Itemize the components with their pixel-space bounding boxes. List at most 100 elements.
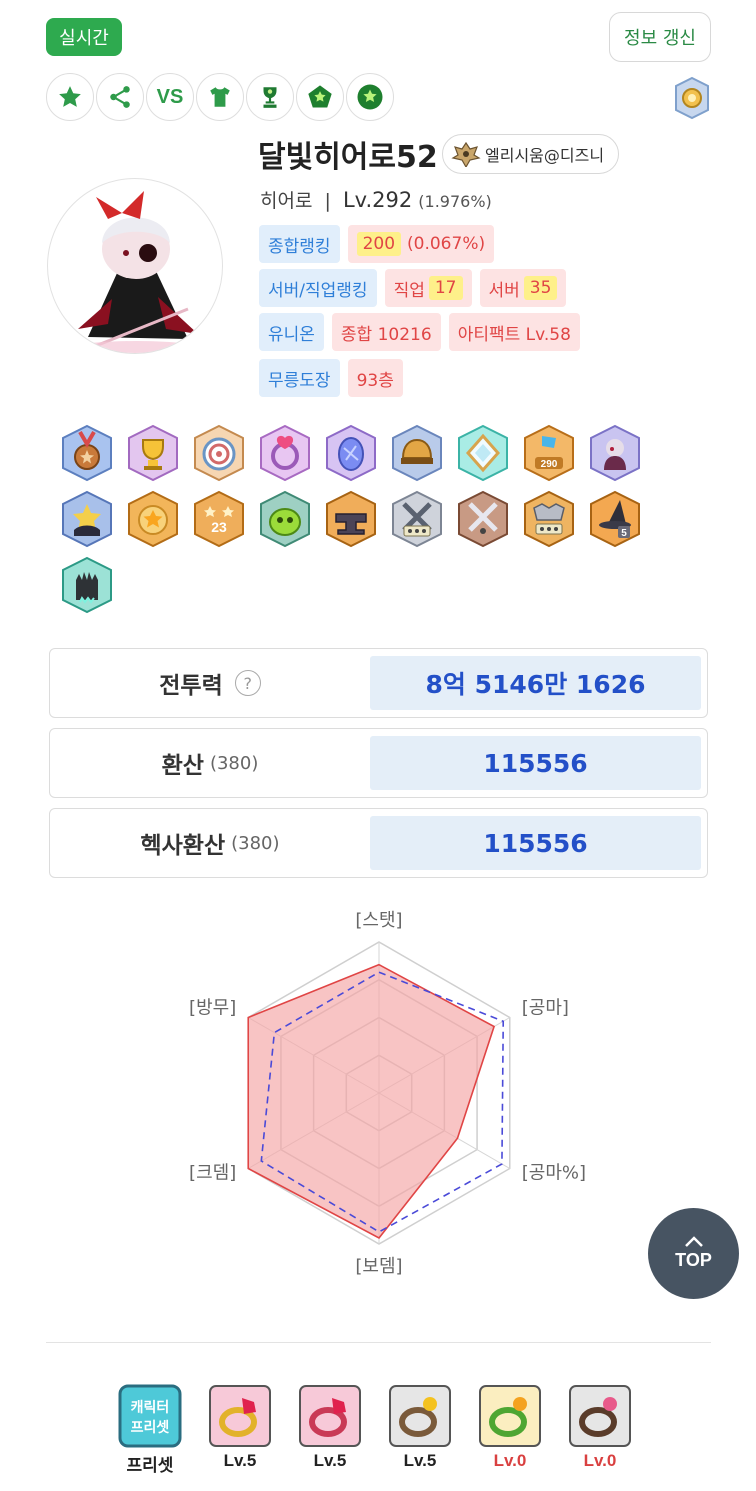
ring-slot-item[interactable]: Lv.5 <box>388 1384 452 1476</box>
vs-label: VS <box>156 85 184 108</box>
radar-axis-label: [방무] <box>189 998 236 1019</box>
level-23-badge-icon[interactable]: 23 <box>190 490 248 548</box>
character-avatar <box>47 178 223 354</box>
helmet-badge-icon[interactable] <box>388 424 446 482</box>
preset-label: 프리셋 <box>126 1456 174 1475</box>
ring-level-label: Lv.5 <box>313 1451 347 1470</box>
circle-star-icon[interactable] <box>346 73 394 121</box>
crystal-egg-badge-icon[interactable] <box>322 424 380 482</box>
ring-slot-item[interactable]: Lv.0 <box>568 1384 632 1476</box>
bronze-medal-badge-icon[interactable] <box>58 424 116 482</box>
conversion-sub: (380) <box>209 752 259 774</box>
share-icon[interactable] <box>96 73 144 121</box>
combat-power-label-group: 전투력 ? <box>50 649 370 717</box>
overall-rank-row: 종합랭킹 200 (0.067%) <box>259 225 495 263</box>
help-icon[interactable]: ? <box>234 670 261 696</box>
guild-emblem-icon[interactable] <box>672 76 712 120</box>
ring-level-label: Lv.5 <box>403 1451 437 1470</box>
chevron-up-icon <box>684 1236 703 1247</box>
hexa-conversion-sub: (380) <box>231 832 280 854</box>
witch-hat-badge-icon[interactable]: 5 <box>586 490 644 548</box>
server-job-rank-row: 서버/직업랭킹 직업 17 서버 35 <box>259 269 567 307</box>
diamond-frame-badge-icon[interactable] <box>454 424 512 482</box>
dojang-row: 무릉도장 93층 <box>259 359 403 397</box>
overall-rank-percent: (0.067%) <box>407 234 486 254</box>
ring-icon <box>479 1385 541 1447</box>
hexa-conversion-box: 헥사환산 (380) 115556 <box>49 808 708 878</box>
ring-icon <box>299 1385 361 1447</box>
preset-item[interactable]: 캐릭터프리셋 프리셋 <box>118 1384 182 1476</box>
job-rank-label: 직업 <box>393 280 425 301</box>
achievement-badges: 290 23 5 <box>58 424 658 622</box>
hexa-conversion-value: 115556 <box>370 816 701 870</box>
anvil-badge-icon[interactable] <box>322 490 380 548</box>
union-row: 유니온 종합 10216 아티팩트 Lv.58 <box>259 313 580 351</box>
job-separator: | <box>324 190 331 212</box>
radar-axis-label: [공마%] <box>522 1163 586 1184</box>
conversion-value: 115556 <box>370 736 701 790</box>
dark-hand-badge-icon[interactable] <box>58 556 116 614</box>
union-label[interactable]: 유니온 <box>259 313 324 351</box>
svg-text:290: 290 <box>541 459 558 470</box>
pentagon-icon[interactable] <box>296 73 344 121</box>
combat-power-box: 전투력 ? 8억 5146만 1626 <box>49 648 708 718</box>
character-level: Lv.292 <box>342 188 413 212</box>
conversion-label-group: 환산 (380) <box>50 729 370 797</box>
realtime-badge[interactable]: 실시간 <box>46 18 122 56</box>
trophy-icon[interactable] <box>246 73 294 121</box>
shirt-icon[interactable] <box>196 73 244 121</box>
favorite-star-icon[interactable] <box>46 73 94 121</box>
svg-text:23: 23 <box>211 519 227 535</box>
svg-text:5: 5 <box>621 528 627 539</box>
hexa-conversion-label-group: 헥사환산 (380) <box>50 809 370 877</box>
svg-text:캐릭터: 캐릭터 <box>131 1400 170 1416</box>
overall-rank-label[interactable]: 종합랭킹 <box>259 225 340 263</box>
combat-power-value: 8억 5146만 1626 <box>370 656 701 710</box>
character-name: 달빛히어로52 <box>258 140 438 175</box>
artifact-level: 아티팩트 Lv.58 <box>448 313 580 351</box>
dojang-floor: 93층 <box>347 359 403 397</box>
guild-link[interactable]: 엘리시움@디즈니 <box>442 134 620 174</box>
server-rank-tag: 서버 35 <box>479 269 567 307</box>
radar-axis-label: [공마] <box>522 998 569 1019</box>
character-portrait-badge-icon[interactable] <box>586 424 644 482</box>
section-divider <box>46 1342 711 1343</box>
level-290-badge-icon[interactable]: 290 <box>520 424 578 482</box>
dojang-label[interactable]: 무릉도장 <box>259 359 340 397</box>
conversion-box: 환산 (380) 115556 <box>49 728 708 798</box>
ring-slot-item[interactable]: Lv.5 <box>298 1384 362 1476</box>
union-total: 종합 10216 <box>331 313 441 351</box>
gold-trophy-badge-icon[interactable] <box>124 424 182 482</box>
job-level-line: 히어로 | Lv.292 (1.976%) <box>260 186 492 213</box>
svg-text:프리셋: 프리셋 <box>131 1419 170 1436</box>
slime-badge-icon[interactable] <box>256 490 314 548</box>
ring-slot-item[interactable]: Lv.0 <box>478 1384 542 1476</box>
server-rank-number: 35 <box>523 276 558 300</box>
quick-action-bar: VS <box>46 73 394 121</box>
target-badge-icon[interactable] <box>190 424 248 482</box>
job-rank-number: 17 <box>428 276 463 300</box>
ring-icon <box>389 1385 451 1447</box>
gold-star-badge-icon[interactable] <box>124 490 182 548</box>
overall-rank-number: 200 <box>356 232 402 256</box>
vs-compare-icon[interactable]: VS <box>146 73 194 121</box>
radar-axis-label: [스탯] <box>355 910 402 931</box>
character-preset-icon: 캐릭터프리셋 <box>118 1384 182 1448</box>
guild-crest-icon <box>451 141 481 167</box>
ring-slot-item[interactable]: Lv.5 <box>208 1384 272 1476</box>
server-job-rank-label[interactable]: 서버/직업랭킹 <box>259 269 377 307</box>
radar-axis-label: [보뎀] <box>355 1256 402 1277</box>
top-label: TOP <box>675 1250 712 1270</box>
bronze-swords-badge-icon[interactable] <box>454 490 512 548</box>
job-name: 히어로 <box>260 190 313 212</box>
refresh-info-button[interactable]: 정보 갱신 <box>609 12 711 62</box>
armor-badge-icon[interactable] <box>520 490 578 548</box>
ring-level-label: Lv.5 <box>223 1451 257 1470</box>
silver-swords-badge-icon[interactable] <box>388 490 446 548</box>
dark-star-badge-icon[interactable] <box>58 490 116 548</box>
overall-rank-value: 200 (0.067%) <box>347 225 495 263</box>
heart-potion-badge-icon[interactable] <box>256 424 314 482</box>
job-rank-tag: 직업 17 <box>384 269 472 307</box>
scroll-top-button[interactable]: TOP <box>648 1208 739 1299</box>
guild-name: 엘리시움@디즈니 <box>485 146 605 165</box>
